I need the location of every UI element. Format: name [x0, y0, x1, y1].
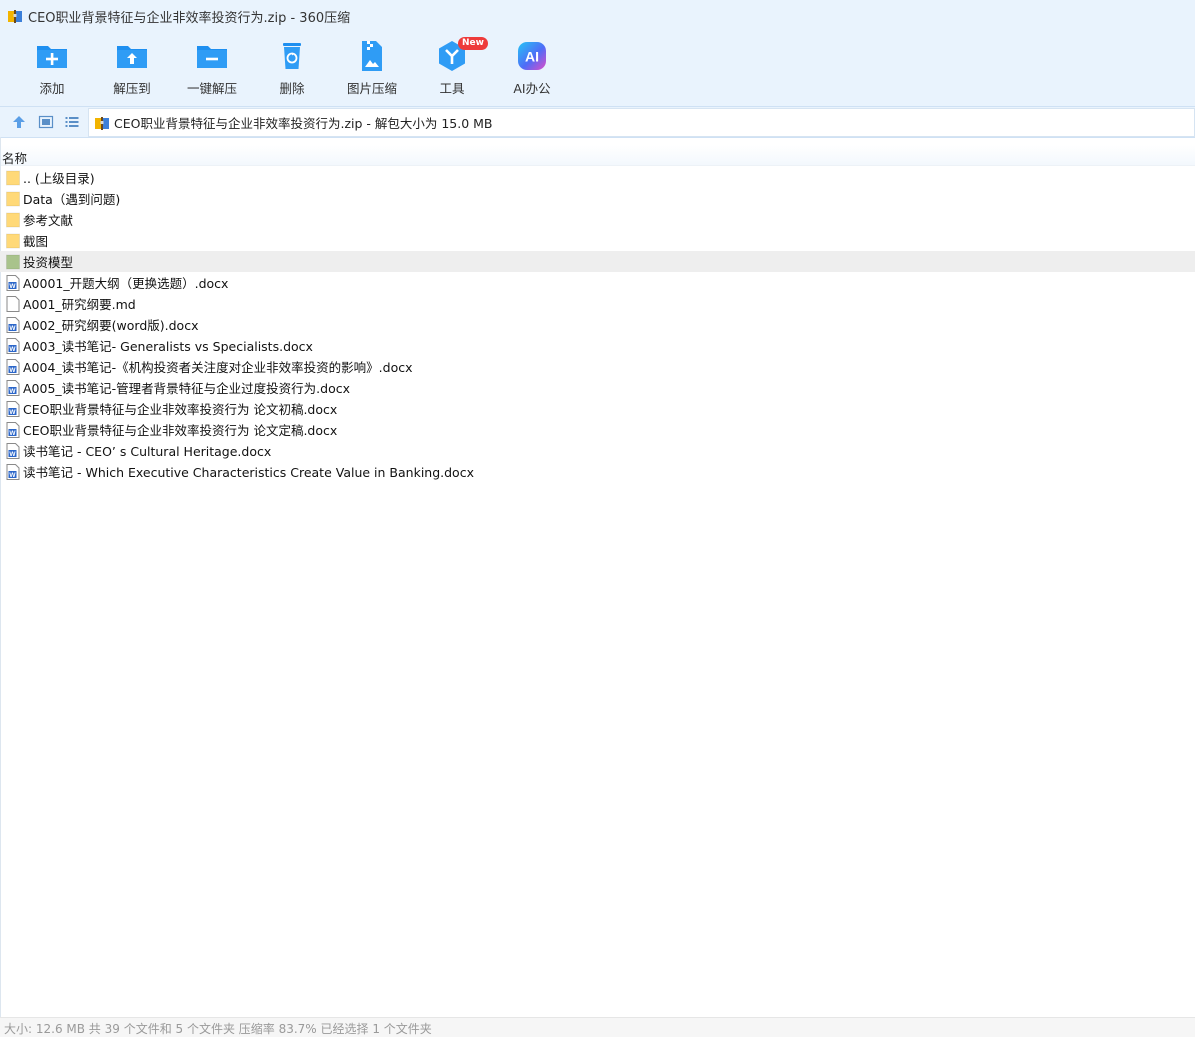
status-bar: 大小: 12.6 MB 共 39 个文件和 5 个文件夹 压缩率 83.7% 已… [0, 1017, 1195, 1037]
archive-app-icon [8, 10, 22, 23]
one-click-extract-button[interactable]: 一键解压 [172, 38, 252, 98]
column-name-header[interactable]: 名称 [2, 148, 27, 167]
file-name: .. (上级目录) [23, 171, 95, 186]
folder-row[interactable]: 投资模型 [0, 251, 1195, 272]
file-name: A0001_开题大纲（更换选题）.docx [23, 276, 229, 291]
column-header: 名称 [0, 145, 1195, 166]
file-row[interactable]: W 读书笔记 - Which Executive Characteristics … [0, 461, 1195, 482]
add-label: 添加 [39, 81, 65, 96]
svg-text:W: W [9, 451, 16, 458]
ai-office-label: AI办公 [513, 81, 551, 96]
toolbar: 添加 解压到 一键解压 删除 图片压缩 New 工具 AI AI办公 [0, 32, 1195, 107]
list-view-icon[interactable] [64, 114, 80, 130]
tools-button[interactable]: New 工具 [412, 37, 492, 98]
folder-row[interactable]: 参考文献 [0, 209, 1195, 230]
file-name: A004_读书笔记-《机构投资者关注度对企业非效率投资的影响》.docx [23, 360, 413, 375]
folder-row[interactable]: .. (上级目录) [0, 167, 1195, 188]
delete-button[interactable]: 删除 [252, 38, 332, 98]
word-document-icon: W [6, 316, 20, 333]
svg-text:W: W [9, 325, 16, 332]
thumbnail-view-icon[interactable] [38, 114, 54, 130]
file-row[interactable]: W A004_读书笔记-《机构投资者关注度对企业非效率投资的影响》.docx [0, 356, 1195, 377]
add-button[interactable]: 添加 [12, 38, 92, 98]
file-name: 投资模型 [23, 255, 74, 270]
file-list: .. (上级目录) Data（遇到问题) 参考文献截图投资模型 W A0001_开题大纲… [0, 167, 1195, 482]
file-name: CEO职业背景特征与企业非效率投资行为 论文初稿.docx [23, 402, 338, 417]
folder-icon [6, 191, 20, 206]
folder-row[interactable]: Data（遇到问题) [0, 188, 1195, 209]
navigation-bar: CEO职业背景特征与企业非效率投资行为.zip - 解包大小为 15.0 MB [0, 107, 1195, 138]
file-row[interactable]: W CEO职业背景特征与企业非效率投资行为 论文初稿.docx [0, 398, 1195, 419]
file-row[interactable]: W A005_读书笔记-管理者背景特征与企业过度投资行为.docx [0, 377, 1195, 398]
svg-text:W: W [9, 346, 16, 353]
address-path: CEO职业背景特征与企业非效率投资行为.zip - 解包大小为 15.0 MB [114, 116, 493, 131]
file-name: Data（遇到问题) [23, 192, 121, 207]
file-name: 截图 [23, 234, 49, 249]
tools-label: 工具 [439, 81, 465, 96]
file-row[interactable]: W CEO职业背景特征与企业非效率投资行为 论文定稿.docx [0, 419, 1195, 440]
svg-text:W: W [9, 388, 16, 395]
one-click-extract-label: 一键解压 [186, 81, 237, 96]
word-document-icon: W [6, 337, 20, 354]
ai-office-icon: AI [518, 42, 546, 70]
title-bar: CEO职业背景特征与企业非效率投资行为.zip - 360压缩 [0, 0, 1195, 32]
svg-text:W: W [9, 430, 16, 437]
file-icon [6, 295, 20, 312]
new-badge: New [458, 37, 488, 50]
file-row[interactable]: W A002_研究纲要(word版).docx [0, 314, 1195, 335]
file-name: A002_研究纲要(word版).docx [23, 318, 199, 333]
folder-icon [6, 170, 20, 185]
word-document-icon: W [6, 379, 20, 396]
add-folder-icon [37, 46, 67, 68]
ai-office-button[interactable]: AI AI办公 [492, 38, 572, 98]
word-document-icon: W [6, 358, 20, 375]
up-arrow-icon[interactable] [11, 114, 27, 130]
file-row[interactable]: W A0001_开题大纲（更换选题）.docx [0, 272, 1195, 293]
one-click-extract-icon [197, 46, 227, 68]
delete-label: 删除 [279, 81, 305, 96]
word-document-icon: W [6, 400, 20, 417]
file-row[interactable]: W 读书笔记 - CEO’ s Cultural Heritage.docx [0, 440, 1195, 461]
folder-icon [6, 212, 20, 227]
recycle-bin-icon [283, 43, 301, 69]
file-name: CEO职业背景特征与企业非效率投资行为 论文定稿.docx [23, 423, 338, 438]
svg-text:W: W [9, 367, 16, 374]
status-text: 大小: 12.6 MB 共 39 个文件和 5 个文件夹 压缩率 83.7% 已… [4, 1022, 432, 1036]
file-name: 读书笔记 - Which Executive Characteristics C… [23, 465, 474, 480]
svg-text:W: W [9, 472, 16, 479]
svg-text:W: W [9, 283, 16, 290]
image-compress-label: 图片压缩 [346, 81, 397, 96]
extract-to-label: 解压到 [113, 81, 151, 96]
file-name: A001_研究纲要.md [23, 297, 136, 312]
extract-to-button[interactable]: 解压到 [92, 38, 172, 98]
ai-icon-text: AI [525, 49, 539, 65]
window-title: CEO职业背景特征与企业非效率投资行为.zip - 360压缩 [28, 10, 351, 26]
word-document-icon: W [6, 442, 20, 459]
image-compress-button[interactable]: 图片压缩 [332, 38, 412, 98]
file-row[interactable]: W A003_读书笔记- Generalists vs Specialists.d… [0, 335, 1195, 356]
folder-icon [6, 233, 20, 248]
word-document-icon: W [6, 421, 20, 438]
extract-to-icon [117, 46, 147, 68]
file-name: 参考文献 [23, 213, 74, 228]
file-name: A005_读书笔记-管理者背景特征与企业过度投资行为.docx [23, 381, 350, 396]
svg-text:W: W [9, 409, 16, 416]
file-name: A003_读书笔记- Generalists vs Specialists.do… [23, 339, 313, 354]
file-row[interactable]: A001_研究纲要.md [0, 293, 1195, 314]
address-bar[interactable]: CEO职业背景特征与企业非效率投资行为.zip - 解包大小为 15.0 MB [88, 108, 1195, 137]
folder-icon [6, 254, 20, 269]
folder-row[interactable]: 截图 [0, 230, 1195, 251]
zip-archive-icon [95, 116, 109, 130]
image-compress-icon [362, 41, 382, 71]
file-name: 读书笔记 - CEO’ s Cultural Heritage.docx [23, 444, 272, 459]
word-document-icon: W [6, 463, 20, 480]
word-document-icon: W [6, 274, 20, 291]
